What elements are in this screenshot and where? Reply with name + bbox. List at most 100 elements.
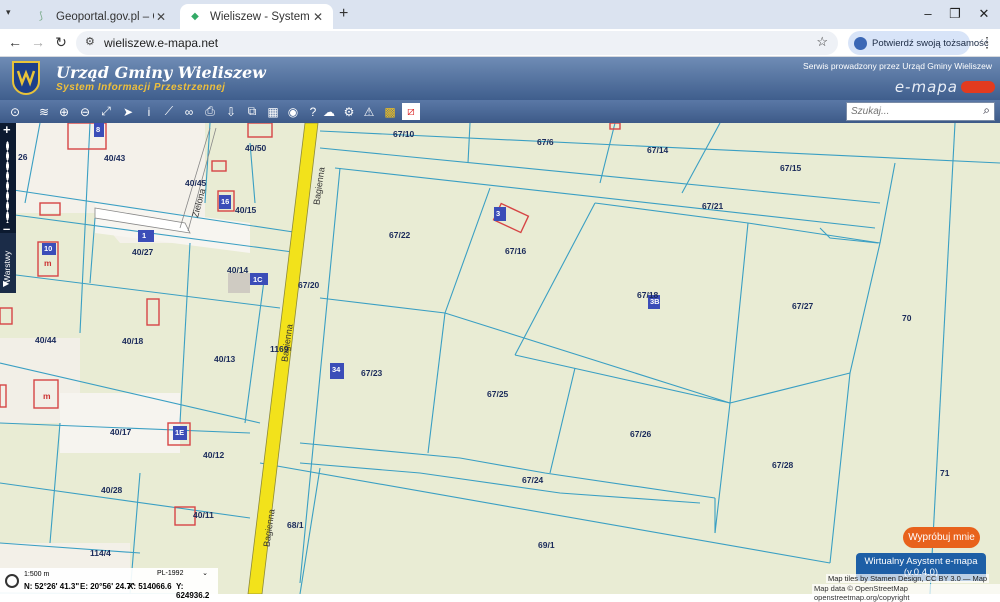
building-number-label: 1C (253, 275, 263, 284)
building-number-label: 3 (496, 209, 501, 218)
parcel-label: 40/11 (193, 510, 214, 520)
parcel-label: 40/44 (35, 335, 57, 345)
assistant-title: Wirtualny Asystent e-mapa (864, 556, 978, 567)
parcel-label: 71 (940, 468, 950, 478)
layers-panel-toggle[interactable]: Warstwy ▶ (0, 233, 16, 293)
minimize-button[interactable]: – (918, 6, 938, 21)
forward-button[interactable]: → (29, 34, 47, 50)
grid-icon[interactable]: ▩ (381, 103, 399, 120)
overview-icon[interactable]: ⊙ (6, 103, 24, 120)
print-icon[interactable]: ⎙ (201, 103, 219, 120)
tab-title: Geoportal.gov.pl – Geoportal Infr (56, 10, 154, 23)
browser-tab-strip: ▾ ⟆ Geoportal.gov.pl – Geoportal Infr ✕ … (0, 0, 1000, 29)
info-icon[interactable]: i (140, 103, 158, 120)
close-window-button[interactable]: ✕ (974, 6, 994, 22)
building-number-label: 16 (221, 197, 230, 206)
parcel-label: 67/14 (647, 145, 669, 155)
parcel-label: 40/28 (101, 485, 123, 495)
app-title: Urząd Gminy Wieliszew (56, 63, 266, 82)
cloud-icon[interactable]: ☁ (320, 103, 338, 120)
back-button[interactable]: ← (6, 34, 24, 50)
building-number-label: 34 (332, 365, 341, 374)
parcel-label: 67/20 (298, 280, 320, 290)
coordinates-status-bar: 1:500 m PL-1992 ⌄ N: 52°26' 41.3" E: 20°… (0, 568, 218, 600)
maximize-button[interactable]: ❐ (945, 6, 965, 22)
x-coordinate-text: X: 514066.6 (128, 582, 172, 591)
latitude-text: N: 52°26' 41.3" (24, 582, 80, 591)
identity-label: Potwierdź swoją tożsamość (872, 37, 989, 49)
map-tiles-attribution: Map tiles by Stamen Design, CC BY 3.0 — … (826, 574, 990, 583)
scale-text: 1:500 m (24, 571, 50, 578)
parcel-label: 69/1 (538, 540, 555, 550)
select-pointer-icon[interactable]: ➤ (119, 103, 137, 120)
reload-button[interactable]: ↻ (52, 34, 70, 51)
chevron-down-icon: ⌄ (202, 570, 208, 577)
parcel-label: 68/1 (287, 520, 304, 530)
bookmark-star-icon[interactable]: ☆ (816, 34, 828, 50)
map-toolbar: ⊙≋⊕⊖⤢➤i⟋∞⎙⇩⧉▦◉?☁⚙⚠▩⧄ ⌕ (0, 100, 1000, 123)
geoportal-favicon-icon: ⟆ (39, 11, 43, 22)
browser-menu-icon[interactable]: ⋮ (978, 34, 996, 51)
download-icon[interactable]: ⇩ (222, 103, 240, 120)
search-input[interactable] (851, 104, 971, 119)
brand-logo-icon (961, 81, 995, 93)
layers-icon[interactable]: ≋ (35, 103, 53, 120)
search-box: ⌕ (846, 102, 995, 121)
identity-button[interactable]: Potwierdź swoją tożsamość (848, 31, 989, 55)
tab-geoportal[interactable]: ⟆ Geoportal.gov.pl – Geoportal Infr ✕ (26, 4, 176, 29)
site-info-icon[interactable]: ⚙ (85, 35, 95, 48)
parcel-label: 67/25 (487, 389, 509, 399)
new-tab-button[interactable]: + (339, 5, 348, 23)
parcel-label: 26 (18, 152, 28, 162)
settings-icon[interactable]: ⚙ (340, 103, 358, 120)
try-me-button[interactable]: Wypróbuj mnie (903, 527, 980, 548)
parcel-map (0, 123, 1000, 594)
measure-icon[interactable]: ⟋ (160, 103, 178, 120)
expand-arrow-icon: ▶ (3, 279, 10, 288)
zoom-out-icon[interactable]: ⊖ (76, 103, 94, 120)
zoom-in-button[interactable]: + (3, 122, 11, 137)
building-type-label: m (44, 258, 52, 268)
tab-wieliszew[interactable]: ◆ Wieliszew - System Informacji Pr ✕ (180, 4, 333, 29)
link-icon[interactable]: ∞ (180, 103, 198, 120)
warning-icon[interactable]: ⚠ (360, 103, 378, 120)
parcel-label: 67/27 (792, 301, 814, 311)
building-number-label: 10 (44, 244, 53, 253)
parcel-label: 70 (902, 313, 912, 323)
parcel-label: 40/45 (185, 178, 207, 188)
flag-icon[interactable]: ▦ (264, 103, 282, 120)
parcel-label: 40/27 (132, 247, 154, 257)
crs-select[interactable]: PL-1992 ⌄ (125, 569, 210, 580)
zoom-slider[interactable] (6, 141, 9, 223)
close-tab-icon[interactable]: ✕ (311, 10, 325, 24)
parcel-label: 67/28 (772, 460, 794, 470)
building-number-label: 1 (142, 231, 147, 240)
longitude-text: E: 20°56' 24.7" (80, 582, 135, 591)
tab-list-button[interactable]: ▾ (6, 7, 20, 21)
app-header: Urząd Gminy Wieliszew System Informacji … (0, 57, 1000, 100)
served-by-text: Serwis prowadzony przez Urząd Gminy Wiel… (803, 61, 992, 71)
close-tab-icon[interactable]: ✕ (154, 10, 168, 24)
parcel-label: 67/16 (505, 246, 527, 256)
parcel-label: 40/43 (104, 153, 126, 163)
parcel-label: 40/18 (122, 336, 144, 346)
search-icon[interactable]: ⌕ (983, 103, 990, 118)
wieliszew-favicon-icon: ◆ (191, 11, 199, 22)
parcel-label: 67/6 (537, 137, 554, 147)
profile-icon (854, 36, 867, 50)
export-icon[interactable]: ⧉ (243, 103, 261, 120)
tab-title: Wieliszew - System Informacji Pr (210, 10, 311, 23)
no-fill-icon[interactable]: ⧄ (402, 103, 420, 120)
brand-name: e-mapa (894, 78, 958, 96)
locate-icon[interactable] (5, 574, 19, 588)
full-extent-icon[interactable]: ⤢ (97, 103, 115, 120)
building-type-label: m (43, 391, 51, 401)
address-bar[interactable]: ⚙ wieliszew.e-mapa.net ☆ (76, 31, 838, 55)
parcel-label: 40/15 (235, 205, 257, 215)
parcel-label: 40/50 (245, 143, 267, 153)
comment-icon[interactable]: ◉ (284, 103, 302, 120)
zoom-in-icon[interactable]: ⊕ (55, 103, 73, 120)
parcel-label: 40/12 (203, 450, 225, 460)
map-canvas[interactable]: 67/10 67/6 67/14 40/50 40/43 26 67/15 40/45 67/2… (0, 123, 1000, 594)
parcel-label: 67/26 (630, 429, 652, 439)
